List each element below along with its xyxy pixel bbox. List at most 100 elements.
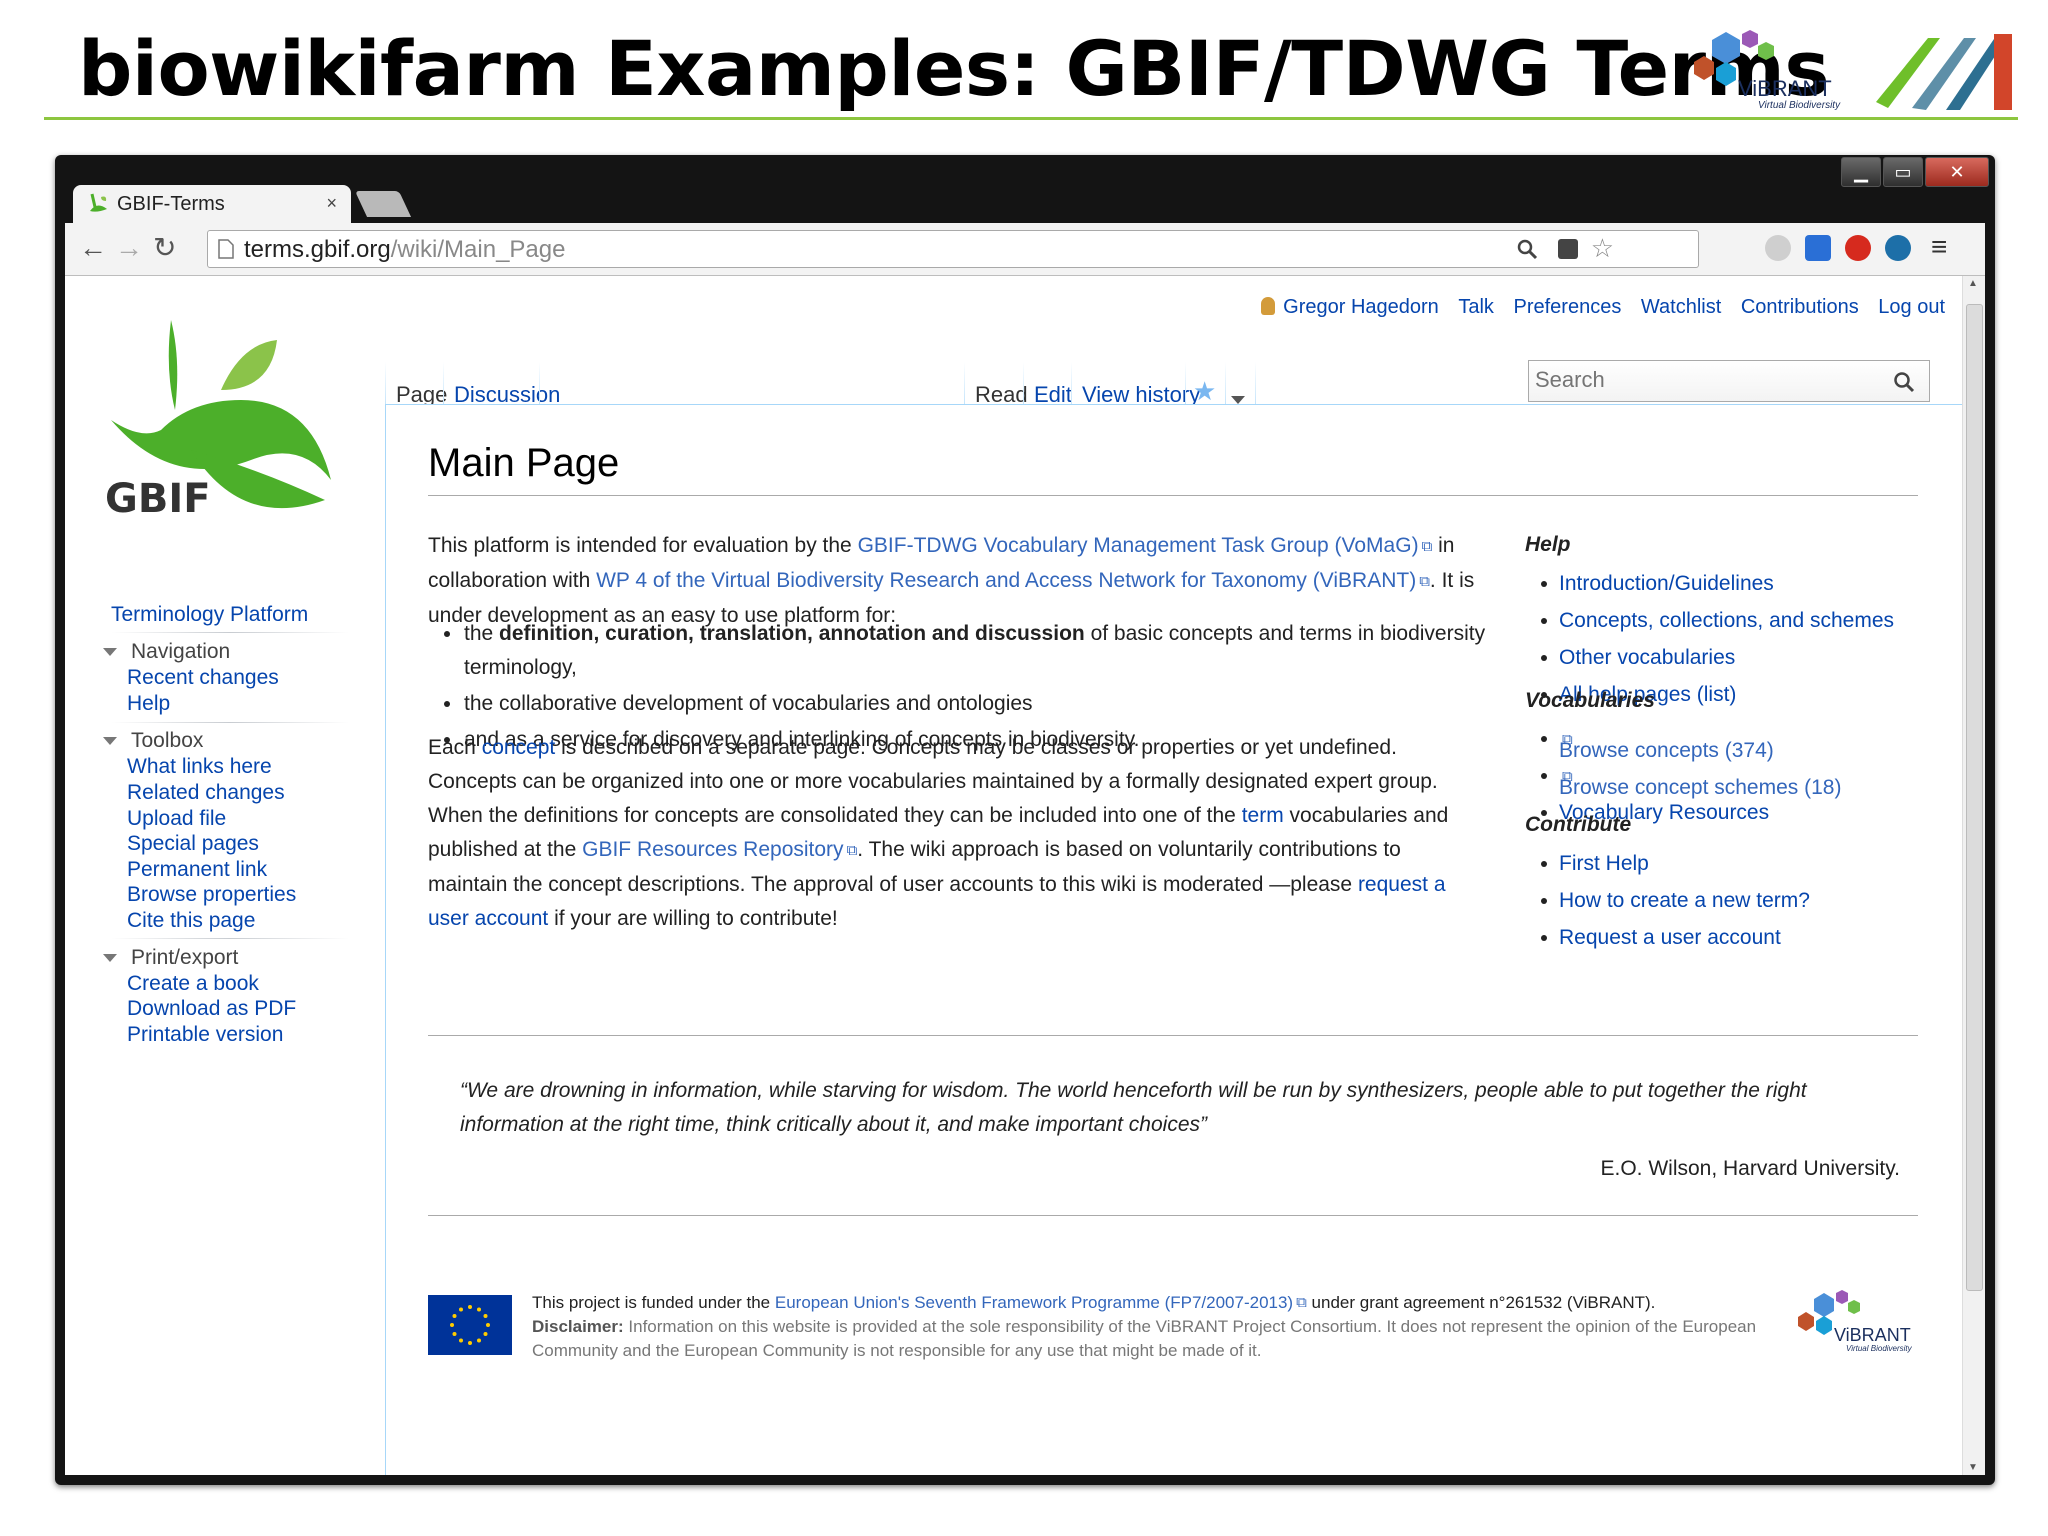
sidebar-main-link[interactable]: Terminology Platform — [111, 603, 308, 627]
url-text: terms.gbif.org/wiki/Main_Page — [244, 236, 566, 263]
concepts-paragraph: Each concept is described on a separate … — [428, 736, 1449, 930]
browser-window: ▁ ▭ ✕ GBIF-Terms × ← → ↻ terms.gbif.org/… — [55, 155, 1995, 1485]
gbif-favicon-icon — [90, 193, 107, 212]
list-item: Concepts, collections, and schemes — [1525, 602, 1894, 639]
svg-text:Virtual Biodiversity: Virtual Biodiversity — [1846, 1344, 1913, 1353]
browse-schemes-link[interactable]: Browse concept schemes (18) — [1559, 769, 1841, 799]
user-link[interactable]: Gregor Hagedorn — [1283, 296, 1439, 318]
request-account-side-link[interactable]: Request a user account — [1559, 926, 1781, 949]
sidebar-item-special-pages[interactable]: Special pages — [127, 832, 259, 856]
sidebar-item-recent-changes[interactable]: Recent changes — [127, 666, 279, 690]
sidebar-item-browse-properties[interactable]: Browse properties — [127, 883, 296, 907]
scroll-up-icon[interactable]: ▲ — [1968, 278, 1978, 289]
external-link-icon: ⧉ — [1296, 1294, 1307, 1311]
vocabularies-heading: Vocabularies — [1525, 689, 1655, 712]
concept-link[interactable]: concept — [482, 736, 556, 759]
logout-link[interactable]: Log out — [1878, 296, 1945, 318]
sidebar-item-what-links-here[interactable]: What links here — [127, 755, 272, 779]
sidebar-separator — [111, 632, 349, 633]
vibrant-wp4-link[interactable]: WP 4 of the Virtual Biodiversity Researc… — [596, 569, 1416, 592]
extension-record-icon[interactable] — [1845, 235, 1871, 261]
quote-attribution: E.O. Wilson, Harvard University. — [1600, 1157, 1900, 1180]
tab-close-icon[interactable]: × — [326, 193, 337, 214]
personal-tools: Gregor Hagedorn Talk Preferences Watchli… — [1261, 296, 1945, 319]
watchlist-link[interactable]: Watchlist — [1641, 296, 1721, 318]
talk-link[interactable]: Talk — [1458, 296, 1494, 318]
sidebar-heading-toolbox[interactable]: Toolbox — [103, 729, 203, 753]
page-viewport: GBIF Terminology Platform Navigation Rec… — [65, 276, 1985, 1475]
svg-text:GBIF: GBIF — [105, 476, 211, 522]
sidebar: GBIF Terminology Platform Navigation Rec… — [65, 276, 385, 1475]
sidebar-separator — [111, 722, 349, 723]
svg-text:ViBRANT: ViBRANT — [1834, 1325, 1911, 1345]
scroll-down-icon[interactable]: ▼ — [1968, 1462, 1978, 1473]
bookmark-star-icon[interactable]: ☆ — [1591, 233, 1614, 264]
divider — [428, 1035, 1918, 1036]
search-input[interactable] — [1533, 363, 1877, 397]
sidebar-heading-print-export[interactable]: Print/export — [103, 946, 238, 970]
sidebar-item-permanent-link[interactable]: Permanent link — [127, 858, 267, 882]
contributions-link[interactable]: Contributions — [1741, 296, 1859, 318]
vomag-link[interactable]: GBIF-TDWG Vocabulary Management Task Gro… — [858, 534, 1419, 557]
maximize-button[interactable]: ▭ — [1883, 157, 1923, 187]
list-item: Other vocabularies — [1525, 639, 1894, 676]
browser-tab[interactable]: GBIF-Terms × — [73, 185, 351, 223]
sidebar-item-upload-file[interactable]: Upload file — [127, 807, 226, 831]
list-item: Browse concepts (374) ⧉ — [1525, 720, 1774, 762]
new-tab-button[interactable] — [354, 191, 412, 217]
extension-moon-icon[interactable] — [1885, 235, 1911, 261]
back-icon[interactable]: ← — [79, 233, 107, 263]
tab-title: GBIF-Terms — [117, 193, 225, 215]
extension-screen-icon[interactable] — [1805, 235, 1831, 261]
title-underline — [428, 495, 1918, 496]
sidebar-item-cite-this-page[interactable]: Cite this page — [127, 909, 255, 933]
zoom-icon[interactable] — [1516, 238, 1538, 260]
reload-icon[interactable]: ↻ — [153, 233, 176, 263]
address-bar[interactable]: terms.gbif.org/wiki/Main_Page ☆ — [207, 230, 1699, 268]
minimize-button[interactable]: ▁ — [1841, 157, 1881, 187]
vibrant-logo: ViBRANT Virtual Biodiversity — [1694, 30, 1841, 110]
slide-title: biowikifarm Examples: GBIF/TDWG Terms — [78, 24, 1830, 113]
sidebar-item-create-book[interactable]: Create a book — [127, 972, 259, 996]
term-link[interactable]: term — [1242, 804, 1284, 827]
search-icon[interactable] — [1893, 371, 1915, 393]
svg-text:Virtual Biodiversity: Virtual Biodiversity — [1758, 100, 1841, 110]
create-term-link[interactable]: How to create a new term? — [1559, 889, 1810, 912]
page-icon — [218, 239, 234, 259]
list-item: Browse concept schemes (18) ⧉ — [1525, 757, 1841, 799]
list-item: Request a user account — [1525, 919, 1810, 956]
external-link-icon: ⧉ — [1421, 538, 1433, 555]
fp7-link[interactable]: European Union's Seventh Framework Progr… — [775, 1293, 1293, 1312]
vertical-scrollbar[interactable]: ▲ ▼ — [1962, 276, 1985, 1475]
browse-concepts-link[interactable]: Browse concepts (374) — [1559, 732, 1774, 762]
gbif-resources-link[interactable]: GBIF Resources Repository — [582, 838, 843, 861]
menu-icon[interactable]: ≡ — [1931, 231, 1947, 263]
vibrant-footer-logo: ViBRANT Virtual Biodiversity — [1798, 1290, 1913, 1353]
first-help-link[interactable]: First Help — [1559, 852, 1649, 875]
sidebar-item-download-pdf[interactable]: Download as PDF — [127, 997, 296, 1021]
gbif-logo[interactable]: GBIF — [101, 300, 351, 550]
concepts-collections-link[interactable]: Concepts, collections, and schemes — [1559, 609, 1894, 632]
list-item: First Help — [1525, 845, 1810, 882]
list-item: the collaborative development of vocabul… — [428, 687, 1488, 721]
list-item: Introduction/Guidelines — [1525, 565, 1894, 602]
close-window-button[interactable]: ✕ — [1925, 157, 1989, 187]
extension-globe-icon[interactable] — [1765, 235, 1791, 261]
other-vocabularies-link[interactable]: Other vocabularies — [1559, 646, 1735, 669]
more-actions-dropdown-icon[interactable] — [1231, 396, 1245, 404]
sidebar-heading-navigation[interactable]: Navigation — [103, 640, 230, 664]
sidebar-item-help[interactable]: Help — [127, 692, 170, 716]
funding-footer: This project is funded under the Europea… — [532, 1293, 1757, 1360]
search-box — [1528, 360, 1930, 402]
preferences-link[interactable]: Preferences — [1514, 296, 1622, 318]
browser-toolbar: ← → ↻ terms.gbif.org/wiki/Main_Page ☆ ≡ — [65, 223, 1985, 276]
scrollbar-thumb[interactable] — [1966, 304, 1983, 1291]
sidebar-item-related-changes[interactable]: Related changes — [127, 781, 285, 805]
forward-icon[interactable]: → — [115, 233, 143, 263]
sidebar-item-printable-version[interactable]: Printable version — [127, 1023, 283, 1047]
page-title: Main Page — [428, 441, 620, 485]
intro-guidelines-link[interactable]: Introduction/Guidelines — [1559, 572, 1774, 595]
sidebar-separator — [111, 938, 349, 939]
edit-extension-icon[interactable] — [1558, 239, 1578, 259]
watch-star-icon[interactable]: ★ — [1193, 376, 1216, 407]
